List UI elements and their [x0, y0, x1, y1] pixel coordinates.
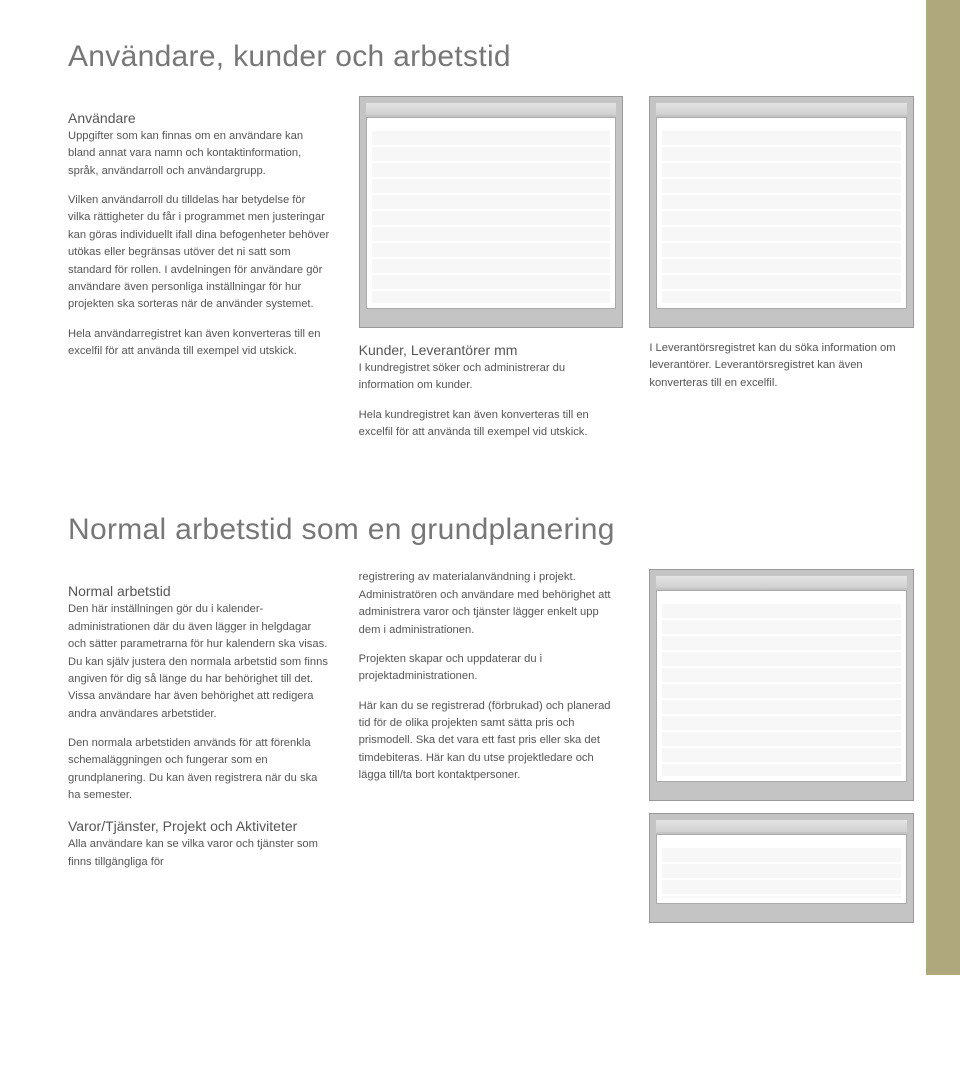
s2c2-para2: Projekten skapar och uppdaterar du i pro… — [359, 651, 622, 686]
screenshot-inner — [662, 604, 901, 776]
section1-columns: Användare Uppgifter som kan finnas om en… — [68, 96, 912, 453]
section2-col2: registrering av materialanvändning i pro… — [359, 569, 622, 935]
s2c1-para2: Den normala arbetstiden används för att … — [68, 735, 331, 804]
section2-col1: Normal arbetstid Den här inställningen g… — [68, 569, 331, 935]
screenshot-leverantor-form — [649, 96, 914, 328]
s1c1-para2: Vilken användarroll du tilldelas har bet… — [68, 192, 331, 314]
s2c1-para3: Alla användare kan se vilka varor och tj… — [68, 836, 331, 871]
screenshot-inner — [662, 131, 901, 303]
s1c1-heading: Användare — [68, 110, 331, 126]
section1-col1: Användare Uppgifter som kan finnas om en… — [68, 96, 331, 453]
screenshot-projekt-form — [649, 569, 914, 801]
document-page: Användare, kunder och arbetstid Användar… — [0, 0, 960, 975]
screenshot-anvandare-form — [359, 96, 624, 328]
section1-title: Användare, kunder och arbetstid — [68, 40, 912, 74]
s1c1-para3: Hela användarregistret kan även konverte… — [68, 326, 331, 361]
s1c2-para1: I kundregistret söker och administrerar … — [359, 360, 622, 395]
screenshot-inner — [662, 848, 901, 898]
section2-col3 — [649, 569, 912, 935]
s1c1-para1: Uppgifter som kan finnas om en användare… — [68, 128, 331, 180]
section2-columns: Normal arbetstid Den här inställningen g… — [68, 569, 912, 935]
s2c2-para1: registrering av materialanvändning i pro… — [359, 569, 622, 638]
section2-title: Normal arbetstid som en grundplanering — [68, 513, 912, 547]
section1-col2: Kunder, Leverantörer mm I kundregistret … — [359, 96, 622, 453]
s2c1-heading2: Varor/Tjänster, Projekt och Aktiviteter — [68, 818, 331, 834]
screenshot-inner — [372, 131, 611, 303]
s2c1-heading1: Normal arbetstid — [68, 583, 331, 599]
section1-col3: I Leverantörsregistret kan du söka infor… — [649, 96, 912, 453]
screenshot-arbetstid-form — [649, 813, 914, 923]
s1c3-para1: I Leverantörsregistret kan du söka infor… — [649, 340, 912, 392]
s1c2-heading: Kunder, Leverantörer mm — [359, 342, 622, 358]
s2c1-para1: Den här inställningen gör du i kalender-… — [68, 601, 331, 723]
s1c2-para2: Hela kundregistret kan även konverteras … — [359, 407, 622, 442]
section2: Normal arbetstid som en grundplanering N… — [68, 513, 912, 935]
page-accent-stripe — [926, 0, 960, 975]
s2c2-para3: Här kan du se registrerad (förbrukad) oc… — [359, 698, 622, 785]
